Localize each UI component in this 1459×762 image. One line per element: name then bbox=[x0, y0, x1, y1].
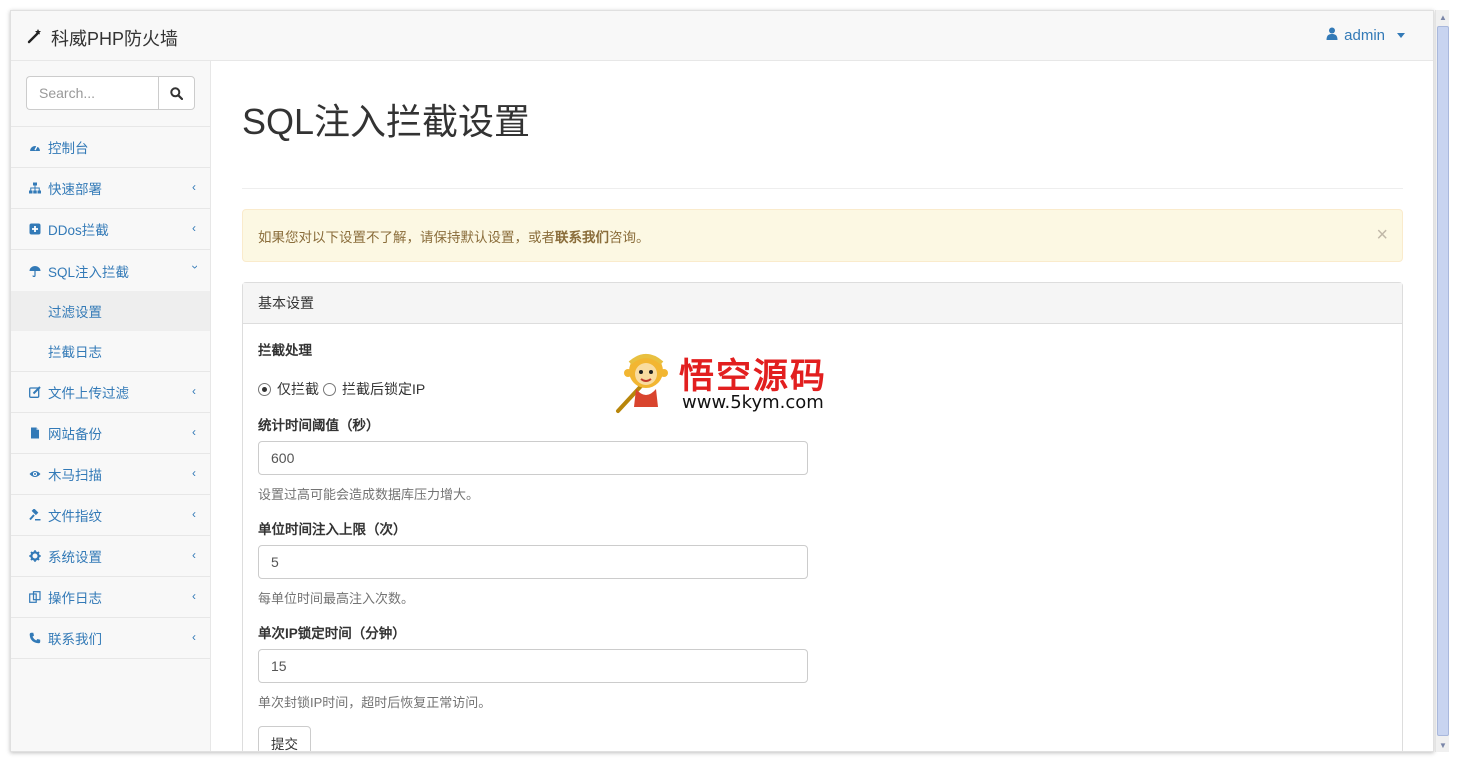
sidebar-item-label: 文件上传过滤 bbox=[48, 386, 129, 401]
main-content: SQL注入拦截设置 如果您对以下设置不了解，请保持默认设置，或者 联系我们 咨询。 … bbox=[242, 61, 1403, 751]
top-navbar: 科威PHP防火墙 admin bbox=[11, 11, 1433, 61]
sidebar-item-dashboard[interactable]: 控制台 bbox=[11, 127, 210, 168]
user-icon bbox=[1326, 27, 1338, 44]
chevron-down-icon: ‹ bbox=[187, 265, 201, 269]
magic-wand-icon bbox=[27, 28, 43, 49]
alert-text-suffix: 咨询。 bbox=[609, 229, 650, 245]
help-text: 每单位时间最高注入次数。 bbox=[258, 591, 415, 606]
file-icon bbox=[28, 426, 42, 440]
sidebar-submenu-sql: 过滤设置 拦截日志 bbox=[11, 291, 210, 372]
chevron-left-icon: ‹ bbox=[192, 548, 196, 562]
sidebar-item-upload-filter[interactable]: 文件上传过滤 ‹ bbox=[11, 372, 210, 413]
sitemap-icon bbox=[28, 181, 42, 195]
copy-icon bbox=[28, 590, 42, 604]
injection-limit-input[interactable] bbox=[258, 545, 808, 579]
brand-name: 科威PHP防火墙 bbox=[51, 29, 179, 49]
sidebar-item-ddos[interactable]: DDos拦截 ‹ bbox=[11, 209, 210, 250]
gavel-icon bbox=[28, 508, 42, 522]
phone-icon bbox=[28, 631, 42, 645]
sidebar-item-system-settings[interactable]: 系统设置 ‹ bbox=[11, 536, 210, 577]
settings-panel: 基本设置 拦截处理 仅拦截 拦截后锁定IP 统计时间阈值（秒） 设置过高可能会造… bbox=[242, 282, 1403, 751]
submit-button[interactable]: 提交 bbox=[258, 726, 311, 751]
search-icon bbox=[170, 86, 183, 100]
time-window-input[interactable] bbox=[258, 441, 808, 475]
sidebar-item-trojan-scan[interactable]: 木马扫描 ‹ bbox=[11, 454, 210, 495]
sidebar-item-label: 联系我们 bbox=[48, 632, 102, 647]
chevron-left-icon: ‹ bbox=[192, 221, 196, 235]
sidebar-item-operation-log[interactable]: 操作日志 ‹ bbox=[11, 577, 210, 618]
sidebar-subitem-block-log[interactable]: 拦截日志 bbox=[11, 331, 210, 371]
radio-block-only[interactable] bbox=[258, 382, 271, 396]
window-scrollbar[interactable]: ▲ ▼ bbox=[1435, 10, 1449, 752]
lock-duration-input[interactable] bbox=[258, 649, 808, 683]
chevron-left-icon: ‹ bbox=[192, 507, 196, 521]
plus-square-icon bbox=[28, 222, 42, 236]
chevron-left-icon: ‹ bbox=[192, 630, 196, 644]
search-input[interactable] bbox=[26, 76, 158, 110]
sidebar-item-quick-deploy[interactable]: 快速部署 ‹ bbox=[11, 168, 210, 209]
chevron-left-icon: ‹ bbox=[192, 425, 196, 439]
field-label: 单次IP锁定时间（分钟） bbox=[258, 626, 406, 641]
radio-label[interactable]: 仅拦截 bbox=[277, 379, 319, 399]
radio-label[interactable]: 拦截后锁定IP bbox=[342, 379, 425, 399]
panel-heading: 基本设置 bbox=[243, 283, 1402, 324]
contact-us-link[interactable]: 联系我们 bbox=[555, 226, 609, 246]
sidebar-item-contact[interactable]: 联系我们 ‹ bbox=[11, 618, 210, 659]
radio-block-and-lock[interactable] bbox=[323, 382, 336, 396]
field-injection-limit: 单位时间注入上限（次） 每单位时间最高注入次数。 bbox=[258, 518, 1387, 607]
info-alert: 如果您对以下设置不了解，请保持默认设置，或者 联系我们 咨询。 × bbox=[242, 209, 1403, 262]
action-radio-group: 仅拦截 拦截后锁定IP bbox=[258, 379, 1387, 399]
sidebar-item-sql-injection[interactable]: SQL注入拦截 ‹ bbox=[11, 250, 210, 291]
caret-down-icon bbox=[1397, 33, 1405, 38]
sidebar-subitem-filter-settings[interactable]: 过滤设置 bbox=[11, 291, 210, 331]
sidebar-item-label: SQL注入拦截 bbox=[48, 264, 130, 280]
sidebar-item-label: 木马扫描 bbox=[48, 468, 102, 483]
sidebar-item-label: 系统设置 bbox=[48, 550, 102, 565]
sidebar-item-label: DDos拦截 bbox=[48, 223, 109, 238]
chevron-left-icon: ‹ bbox=[192, 384, 196, 398]
page-title: SQL注入拦截设置 bbox=[242, 99, 1403, 189]
field-label: 单位时间注入上限（次） bbox=[258, 522, 407, 537]
gear-icon bbox=[28, 549, 42, 563]
sidebar-item-label: 控制台 bbox=[48, 141, 89, 156]
app-window: 科威PHP防火墙 admin 控制台 快速部署 ‹ bbox=[10, 10, 1434, 752]
sidebar-item-label: 网站备份 bbox=[48, 427, 102, 442]
scroll-down-icon[interactable]: ▼ bbox=[1436, 738, 1450, 752]
sidebar-item-label: 操作日志 bbox=[48, 591, 102, 606]
edit-icon bbox=[28, 385, 42, 399]
chevron-left-icon: ‹ bbox=[192, 466, 196, 480]
user-dropdown[interactable]: admin bbox=[1326, 27, 1405, 44]
scroll-up-icon[interactable]: ▲ bbox=[1436, 10, 1450, 24]
help-text: 设置过高可能会造成数据库压力增大。 bbox=[258, 487, 480, 502]
user-name: admin bbox=[1344, 27, 1385, 44]
dashboard-icon bbox=[28, 140, 42, 154]
umbrella-icon bbox=[28, 264, 42, 278]
scrollbar-thumb[interactable] bbox=[1437, 26, 1449, 736]
help-text: 单次封锁IP时间，超时后恢复正常访问。 bbox=[258, 695, 492, 710]
chevron-left-icon: ‹ bbox=[192, 180, 196, 194]
sidebar-item-fingerprint[interactable]: 文件指纹 ‹ bbox=[11, 495, 210, 536]
field-label: 统计时间阈值（秒） bbox=[258, 418, 380, 433]
search-button[interactable] bbox=[158, 76, 195, 110]
eye-icon bbox=[28, 467, 42, 481]
brand[interactable]: 科威PHP防火墙 bbox=[27, 25, 178, 51]
action-label: 拦截处理 bbox=[258, 343, 312, 358]
chevron-left-icon: ‹ bbox=[192, 589, 196, 603]
sidebar-item-label: 文件指纹 bbox=[48, 509, 102, 524]
panel-body: 拦截处理 仅拦截 拦截后锁定IP 统计时间阈值（秒） 设置过高可能会造成数据库压… bbox=[243, 324, 1402, 751]
alert-text: 如果您对以下设置不了解，请保持默认设置，或者 bbox=[258, 229, 555, 245]
close-icon[interactable]: × bbox=[1376, 224, 1388, 247]
sidebar: 控制台 快速部署 ‹ DDos拦截 ‹ SQL注入拦截 ‹ 过滤设置 拦截日志 … bbox=[11, 61, 211, 751]
sidebar-item-backup[interactable]: 网站备份 ‹ bbox=[11, 413, 210, 454]
sidebar-item-label: 快速部署 bbox=[48, 182, 102, 197]
field-time-window: 统计时间阈值（秒） 设置过高可能会造成数据库压力增大。 bbox=[258, 414, 1387, 503]
field-lock-duration: 单次IP锁定时间（分钟） 单次封锁IP时间，超时后恢复正常访问。 bbox=[258, 622, 1387, 711]
sidebar-search bbox=[11, 61, 210, 127]
